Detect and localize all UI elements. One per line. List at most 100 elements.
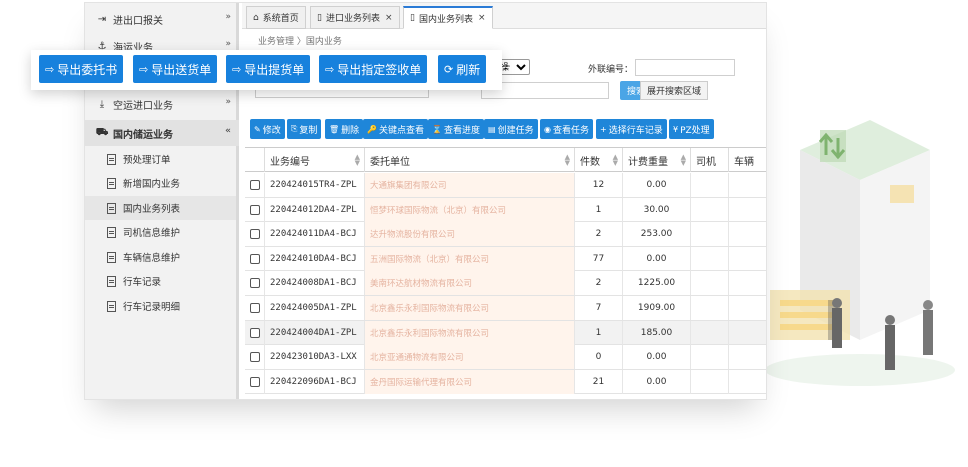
business-table: 业务编号 ▲ ▼ 委托单位 ▲ ▼ 件数 ▲ ▼ 计费重量 ▲ ▼ 司机 车辆 22042401… [245, 147, 766, 399]
cell-client: 大通旗集团有限公司 [365, 173, 575, 197]
cell-code: 220423010DA3-LXX [265, 345, 365, 370]
row-checkbox-cell[interactable] [245, 173, 265, 197]
row-checkbox[interactable] [249, 303, 260, 313]
button-label: 创建任务 [497, 125, 534, 136]
document-icon [107, 275, 116, 287]
row-checkbox-cell[interactable] [245, 369, 265, 394]
row-checkbox-cell[interactable] [245, 246, 265, 271]
table-row[interactable]: 220424010DA4-BCJ 五洲国际物流（北京）有限公司 77 0.00 [245, 246, 766, 272]
header-count[interactable]: 件数 ▲ ▼ [575, 148, 623, 172]
cell-weight: 253.00 [623, 222, 691, 247]
row-checkbox[interactable] [249, 253, 260, 264]
tab-domestic-list[interactable]: ▯ 国内业务列表 × [403, 6, 493, 29]
cell-weight: 0.00 [623, 369, 691, 394]
table-row[interactable]: 220423010DA3-LXX 北京亚通通物流有限公司 0 0.00 [245, 345, 766, 370]
tab-import-list[interactable]: ▯ 进口业务列表 × [310, 6, 400, 29]
progress-view-button[interactable]: ⌛ 查看进度 [428, 119, 484, 139]
row-checkbox-cell[interactable] [245, 345, 265, 370]
delete-button[interactable]: 🗑 删除 [325, 119, 364, 139]
sidebar-item-air-import[interactable]: ⤓ 空运进口业务 » [85, 91, 239, 117]
sort-icon: ▲ ▼ [612, 153, 618, 167]
header-client[interactable]: 委托单位 ▲ ▼ [365, 148, 575, 172]
row-checkbox[interactable] [249, 204, 260, 215]
yen-icon: ¥ [673, 124, 679, 134]
table-row[interactable]: 220424008DA1-BCJ 美南环达航材物流有限公司 2 1225.00 [245, 271, 766, 296]
sign-in-icon: ⇥ [97, 13, 107, 25]
task-icon: ▤ [488, 124, 496, 134]
cell-count: 2 [575, 222, 623, 247]
button-label: PZ处理 [680, 125, 710, 136]
export-entrust-button[interactable]: ⇨ 导出委托书 [39, 55, 124, 83]
chevron-up-icon: « [225, 126, 231, 136]
sidebar-item-domestic[interactable]: ⛟ 国内储运业务 « [85, 120, 239, 146]
export-icon: ⇨ [45, 62, 55, 76]
keypoint-view-button[interactable]: 🔑 关键点查看 [363, 119, 428, 139]
row-checkbox[interactable] [249, 229, 260, 240]
copy-button[interactable]: ⎘ 复制 [287, 119, 322, 139]
cell-code: 220424010DA4-BCJ [265, 246, 365, 271]
view-task-button[interactable]: ◉ 查看任务 [540, 119, 593, 139]
sidebar-subitem-preprocess[interactable]: 预处理订单 [85, 147, 236, 171]
edit-button[interactable]: ✎ 修改 [250, 119, 285, 139]
close-icon[interactable]: × [478, 13, 486, 23]
row-checkbox[interactable] [249, 352, 260, 363]
cell-vehicle [729, 198, 766, 222]
column-label: 计费重量 [628, 156, 668, 168]
table-row[interactable]: 220424012DA4-ZPL 恒梦环球国际物流（北京）有限公司 1 30.00 [245, 197, 766, 223]
sidebar-subitem-vehicle[interactable]: 车辆信息维护 [85, 245, 236, 269]
sidebar-subitem-driver[interactable]: 司机信息维护 [85, 220, 236, 244]
cell-weight: 30.00 [623, 197, 691, 222]
header-weight[interactable]: 计费重量 ▲ ▼ [623, 148, 691, 172]
sidebar-item-customs[interactable]: ⇥ 进出口报关 » [85, 6, 239, 32]
table-row[interactable]: 220424015TR4-ZPL 大通旗集团有限公司 12 0.00 [245, 173, 766, 198]
cell-driver [691, 345, 729, 370]
row-checkbox-cell[interactable] [245, 222, 265, 247]
table-row[interactable]: 220424004DA1-ZPL 北京鑫乐永利国际物流有限公司 1 185.00 [245, 320, 766, 346]
cell-count: 1 [575, 320, 623, 345]
cell-count: 77 [575, 246, 623, 271]
export-pickup-button[interactable]: ⇨ 导出提货单 [226, 55, 311, 83]
cell-vehicle [729, 345, 766, 369]
sidebar-subitem-domestic-list[interactable]: 国内业务列表 [85, 196, 236, 220]
refresh-button[interactable]: ⟳ 刷新 [438, 55, 487, 83]
ext-no-input[interactable] [635, 59, 735, 76]
table-row[interactable]: 220422096DA1-BCJ 金丹国际运输代理有限公司 21 0.00 [245, 369, 766, 395]
tab-home[interactable]: ⌂ 系统首页 [246, 6, 306, 29]
export-delivery-button[interactable]: ⇨ 导出送货单 [133, 55, 218, 83]
header-vehicle[interactable]: 车辆 [729, 148, 766, 172]
tab-label: 系统首页 [262, 14, 299, 24]
row-checkbox-cell[interactable] [245, 296, 265, 320]
close-icon[interactable]: × [385, 13, 393, 23]
row-checkbox-cell[interactable] [245, 197, 265, 222]
table-row[interactable]: 220424005DA1-ZPL 北京鑫乐永利国际物流有限公司 7 1909.00 [245, 296, 766, 321]
expand-search-button[interactable]: 展开搜索区域 [640, 81, 708, 100]
select-trip-button[interactable]: + 选择行车记录 [596, 119, 667, 139]
cell-client: 达升物流股份有限公司 [365, 222, 575, 247]
pz-process-button[interactable]: ¥ PZ处理 [669, 119, 714, 139]
header-driver[interactable]: 司机 [691, 148, 729, 172]
export-icon: ⇨ [325, 62, 335, 76]
create-task-button[interactable]: ▤ 创建任务 [484, 119, 538, 139]
cell-driver [691, 246, 729, 271]
sidebar-subitem-new-domestic[interactable]: 新增国内业务 [85, 171, 236, 195]
sidebar-subitem-trip-log[interactable]: 行车记录 [85, 269, 236, 293]
button-label: 复制 [299, 125, 318, 136]
cell-count: 7 [575, 296, 623, 320]
row-checkbox-cell[interactable] [245, 320, 265, 345]
document-icon [107, 202, 116, 214]
row-checkbox[interactable] [249, 180, 260, 190]
row-checkbox[interactable] [249, 278, 260, 289]
cell-vehicle [729, 271, 766, 295]
sidebar-subitem-trip-detail[interactable]: 行车记录明细 [85, 294, 236, 318]
row-checkbox[interactable] [249, 376, 260, 387]
sidebar-subitem-label: 预处理订单 [123, 155, 171, 166]
cell-vehicle [729, 247, 766, 271]
eye-icon: ◉ [544, 124, 551, 134]
export-receipt-button[interactable]: ⇨ 导出指定签收单 [319, 55, 428, 83]
sidebar-subitem-label: 司机信息维护 [123, 228, 181, 239]
doc-icon: ▯ [317, 12, 322, 23]
row-checkbox[interactable] [249, 327, 260, 338]
row-checkbox-cell[interactable] [245, 271, 265, 296]
header-code[interactable]: 业务编号 ▲ ▼ [265, 148, 365, 172]
table-row[interactable]: 220424011DA4-BCJ 达升物流股份有限公司 2 253.00 [245, 222, 766, 247]
